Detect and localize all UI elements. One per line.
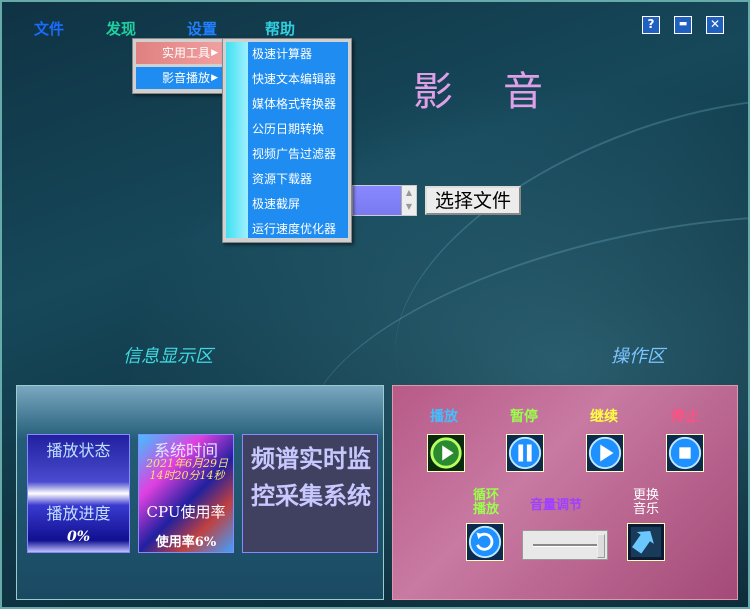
menu-gutter [226, 42, 248, 238]
cpu-value: 使用率6% [155, 535, 217, 550]
choose-file-button[interactable]: 选择文件 [425, 186, 521, 215]
cpu-title: CPU使用率 [146, 503, 226, 521]
spin-down-icon[interactable]: ▼ [402, 200, 416, 214]
tool-item-calculator[interactable]: 极速计算器 [248, 42, 348, 67]
tool-item-date-converter[interactable]: 公历日期转换 [248, 117, 348, 142]
volume-slider-thumb[interactable] [597, 534, 605, 558]
stop-label: 停止 [671, 409, 699, 425]
menu-discover[interactable]: 发现 [106, 18, 136, 39]
play-progress-title: 播放进度 [46, 504, 111, 523]
change-music-label: 更换音乐 [632, 488, 659, 517]
loop-button[interactable] [466, 523, 504, 561]
spin-up-icon[interactable]: ▲ [402, 186, 416, 200]
pause-button[interactable] [506, 434, 544, 472]
menu-bar: 文件 发现 设置 帮助 ? ▬ ✕ [2, 2, 748, 38]
resume-icon [588, 436, 622, 470]
system-time-value: 2021年6月29日14时20分14秒 [146, 457, 228, 482]
spectrum-box: 频谱实时监控采集系统 [242, 434, 378, 553]
pause-label: 暂停 [510, 409, 538, 425]
tool-item-media-converter[interactable]: 媒体格式转换器 [248, 92, 348, 117]
tools-submenu: 极速计算器 快速文本编辑器 媒体格式转换器 公历日期转换 视频广告过滤器 资源下… [222, 38, 352, 243]
menu-help[interactable]: 帮助 [265, 18, 295, 39]
tool-item-speed-optimizer[interactable]: 运行速度优化器 [248, 217, 348, 242]
play-progress-value: 0% [66, 529, 91, 545]
volume-label: 音量调节 [530, 498, 583, 513]
tools-list: 极速计算器 快速文本编辑器 媒体格式转换器 公历日期转换 视频广告过滤器 资源下… [248, 42, 348, 238]
close-button[interactable]: ✕ [706, 16, 724, 34]
loop-icon [468, 525, 502, 559]
chevron-right-icon: ▶ [211, 73, 218, 83]
play-status-box: 播放状态 播放进度 0% [27, 434, 130, 553]
submenu-item-tools[interactable]: 实用工具 ▶ [136, 42, 222, 64]
tool-item-text-editor[interactable]: 快速文本编辑器 [248, 67, 348, 92]
spin-control[interactable]: ▲ ▼ [401, 186, 416, 215]
tool-item-screenshot[interactable]: 极速截屏 [248, 192, 348, 217]
title-char-1: 影 [413, 69, 453, 115]
play-button[interactable] [427, 434, 465, 472]
spectrum-title: 频谱实时监控采集系统 [251, 444, 371, 510]
info-area-label: 信息显示区 [123, 346, 213, 367]
tool-item-ad-filter[interactable]: 视频广告过滤器 [248, 142, 348, 167]
help-button[interactable]: ? [642, 16, 660, 34]
minimize-button[interactable]: ▬ [674, 16, 692, 34]
title-char-2: 音 [503, 69, 543, 115]
stop-button[interactable] [666, 434, 704, 472]
loop-label: 循环播放 [472, 488, 499, 517]
play-label: 播放 [430, 409, 458, 425]
pause-icon [508, 436, 542, 470]
tool-item-downloader[interactable]: 资源下载器 [248, 167, 348, 192]
menu-settings[interactable]: 设置 [187, 18, 217, 39]
arrow-up-right-icon [630, 526, 662, 558]
submenu-item-label: 影音播放 [162, 71, 211, 85]
volume-slider[interactable] [522, 530, 608, 560]
resume-button[interactable] [586, 434, 624, 472]
file-path-input[interactable]: ▲ ▼ [352, 185, 417, 216]
submenu-item-label: 实用工具 [162, 46, 211, 60]
system-info-box: 系统时间 2021年6月29日14时20分14秒 CPU使用率 使用率6% [138, 434, 234, 553]
stop-icon [668, 436, 702, 470]
menu-file[interactable]: 文件 [34, 18, 64, 39]
app-window: 文件 发现 设置 帮助 ? ▬ ✕ 影 音 ▲ ▼ 选择文件 信息显示区 操作区… [0, 0, 750, 609]
discover-submenu: 实用工具 ▶ 影音播放 ▶ [132, 38, 226, 94]
change-music-button[interactable] [627, 523, 665, 561]
submenu-item-media[interactable]: 影音播放 ▶ [136, 67, 222, 89]
resume-label: 继续 [590, 409, 618, 425]
volume-slider-track [533, 544, 597, 547]
play-state-title: 播放状态 [46, 441, 111, 460]
chevron-right-icon: ▶ [211, 48, 218, 58]
operation-area-label: 操作区 [611, 346, 665, 367]
play-icon [430, 437, 462, 469]
